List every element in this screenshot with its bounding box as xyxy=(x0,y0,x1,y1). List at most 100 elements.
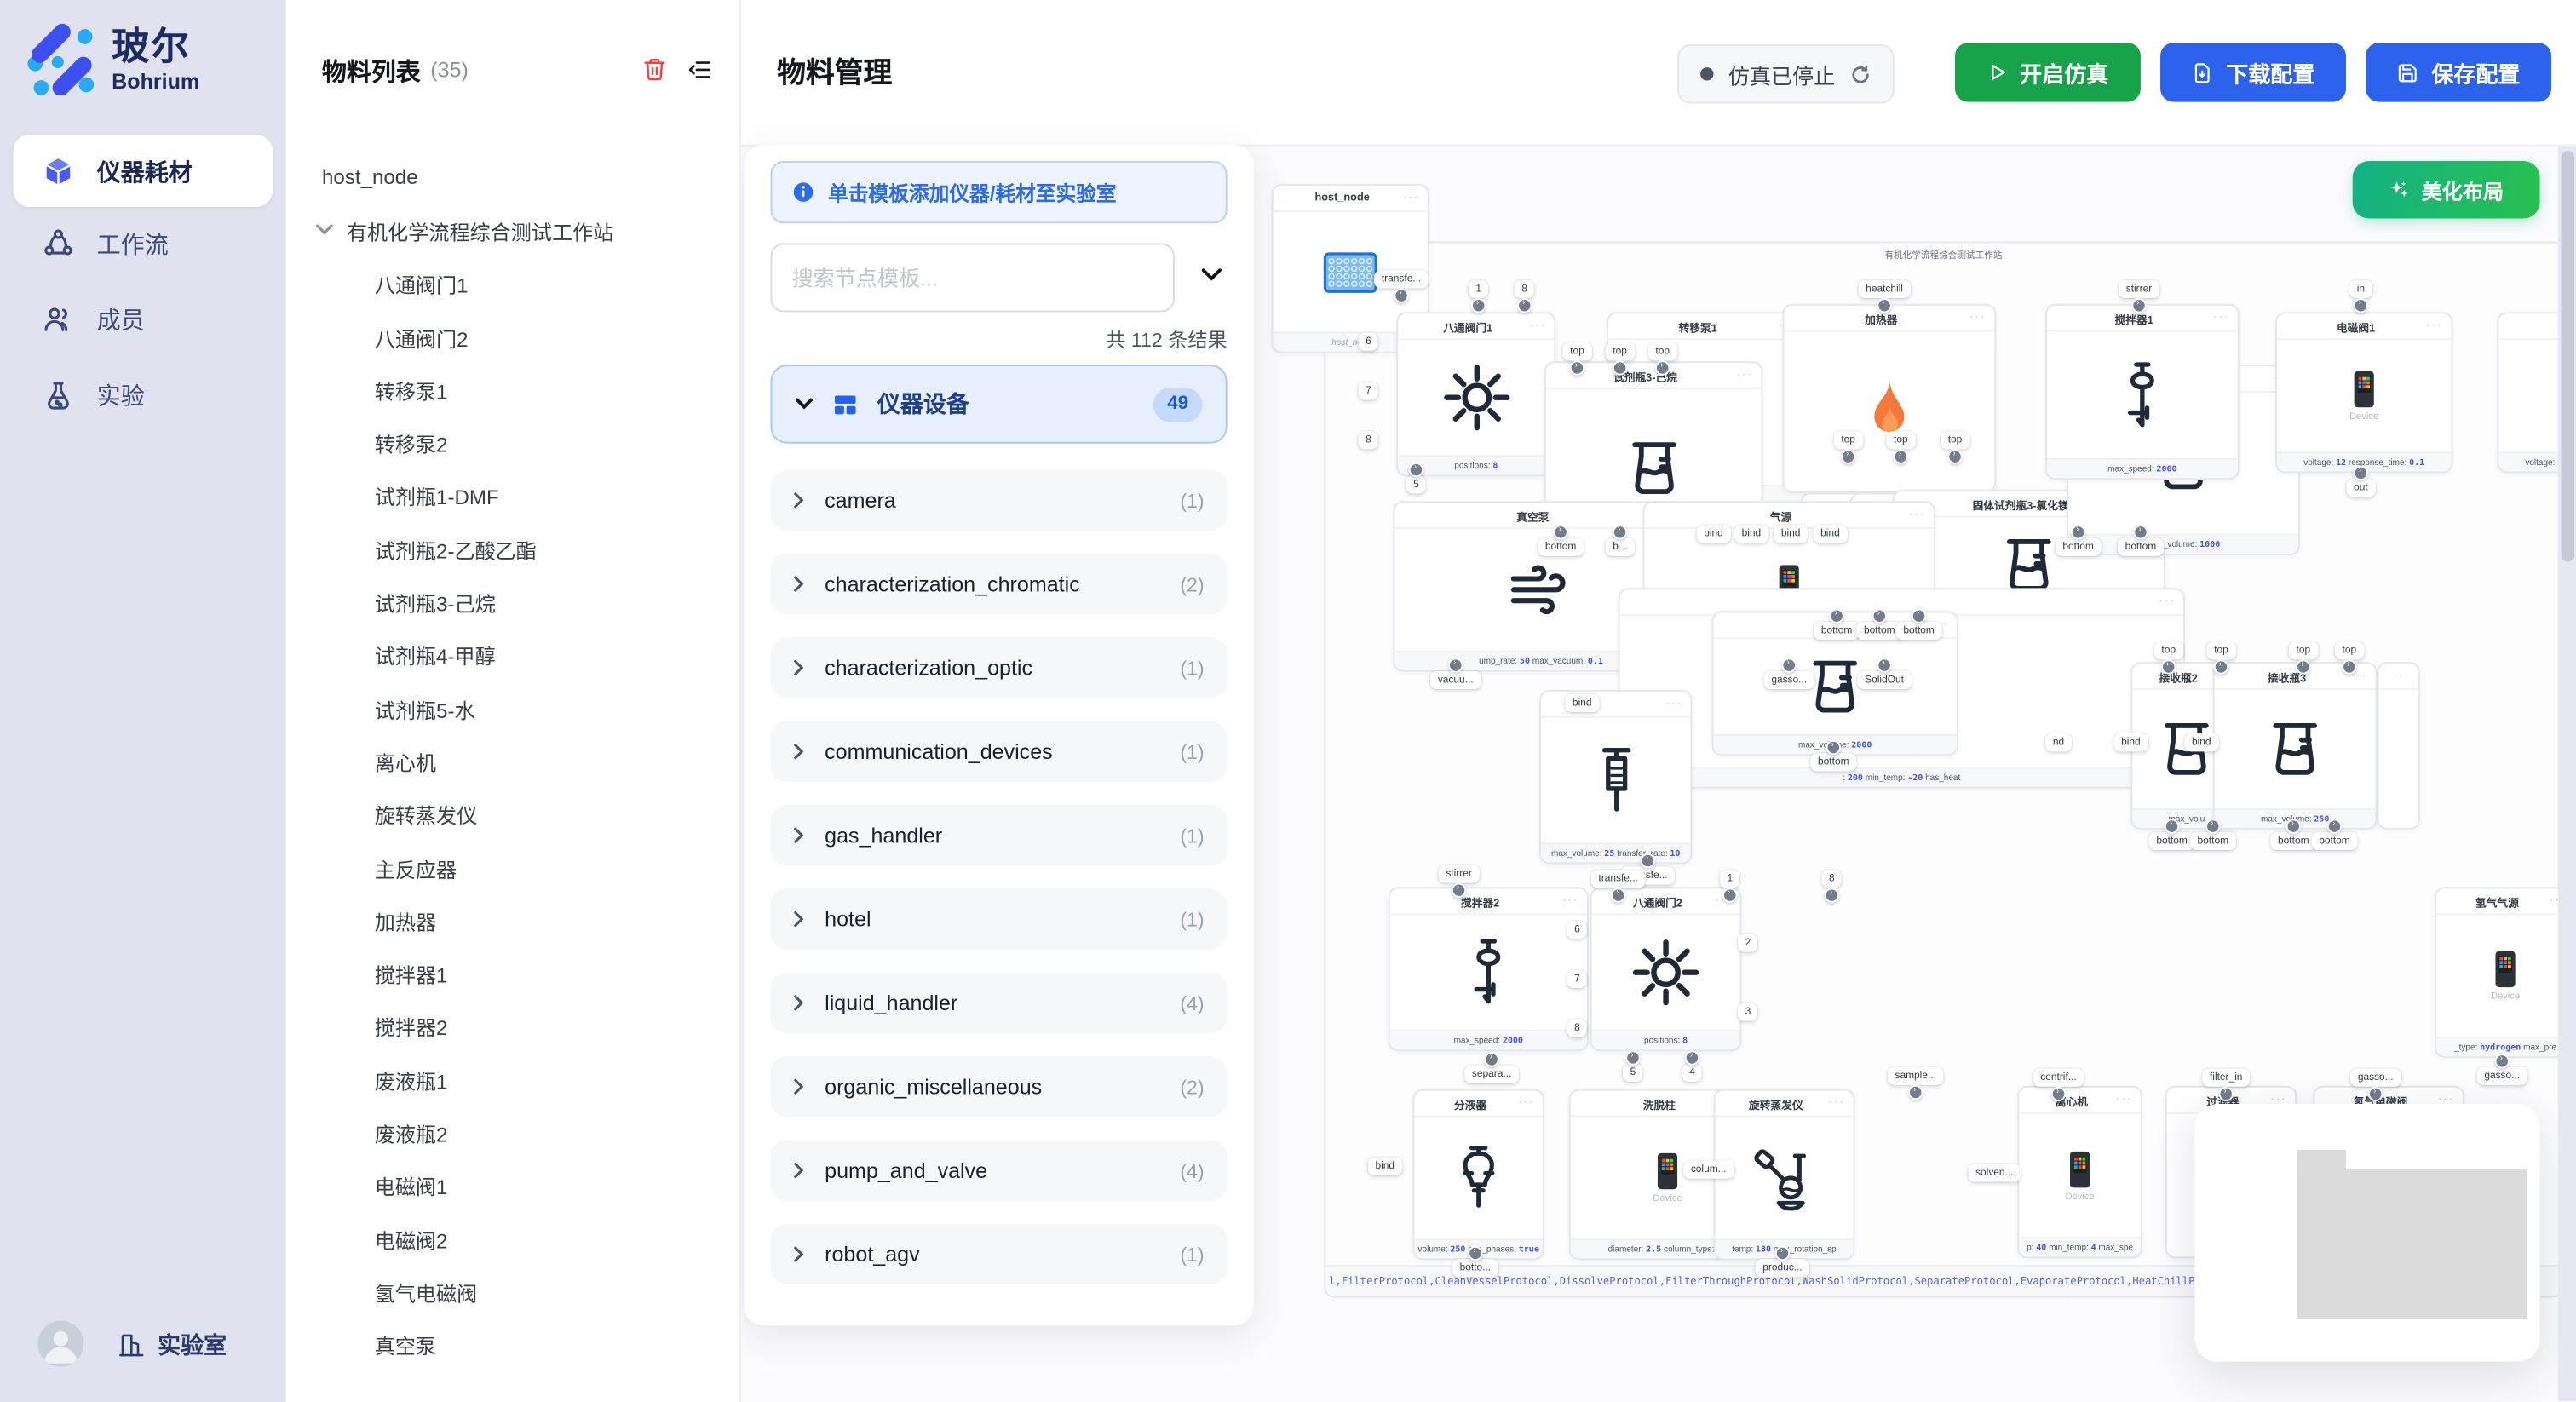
port-chip-1[interactable]: 1 xyxy=(1469,280,1489,298)
port-dot[interactable] xyxy=(1655,359,1670,374)
port-dot[interactable] xyxy=(1825,887,1839,901)
canvas-node-搅拌器2[interactable]: 搅拌器2···max_speed: 2000 xyxy=(1389,887,1589,1051)
tree-item[interactable]: 有机化学流程综合测试工作站 xyxy=(286,204,739,257)
port-dot[interactable] xyxy=(1877,657,1891,671)
tree-item[interactable]: 电磁阀2 xyxy=(286,1212,739,1265)
port-dot[interactable] xyxy=(2495,1053,2510,1067)
port-chip-7[interactable]: 7 xyxy=(1567,970,1587,988)
port-chip-bottom[interactable]: bottom xyxy=(1896,622,1942,640)
template-category-row-robot_agv[interactable]: robot_agv(1) xyxy=(770,1224,1227,1284)
port-chip-gasso[interactable]: gasso... xyxy=(2350,1069,2401,1087)
port-chip-top[interactable]: top xyxy=(2335,641,2364,659)
port-chip-bottom[interactable]: bottom xyxy=(2118,538,2164,556)
port-chip-bind[interactable]: bind xyxy=(1813,525,1847,543)
tree-item[interactable]: 试剂瓶3-己烷 xyxy=(286,576,739,629)
port-chip-8[interactable]: 8 xyxy=(1515,280,1535,298)
tree-item[interactable]: 废液瓶2 xyxy=(286,1106,739,1159)
port-dot[interactable] xyxy=(1894,448,1908,463)
port-dot[interactable] xyxy=(1409,462,1423,476)
category-instruments[interactable]: 仪器设备 49 xyxy=(770,365,1227,444)
node-menu-icon[interactable]: ··· xyxy=(1529,320,1545,332)
port-chip-solven[interactable]: solven... xyxy=(1968,1164,2021,1181)
port-dot[interactable] xyxy=(2205,818,2220,832)
trash-icon[interactable] xyxy=(642,56,667,83)
port-dot[interactable] xyxy=(2131,297,2146,312)
port-dot[interactable] xyxy=(1641,853,1655,867)
port-dot[interactable] xyxy=(1484,1051,1498,1066)
port-chip-8[interactable]: 8 xyxy=(1358,431,1378,449)
port-chip-botto[interactable]: botto... xyxy=(1452,1259,1498,1277)
tree-item[interactable]: 搅拌器2 xyxy=(286,1000,739,1053)
port-dot[interactable] xyxy=(2342,658,2356,673)
port-chip-bind[interactable]: bind xyxy=(1734,525,1768,543)
port-chip-vacuu[interactable]: vacuu... xyxy=(1430,671,1481,689)
port-dot[interactable] xyxy=(1872,608,1887,623)
canvas-node-电磁阀1[interactable]: 电磁阀1···Devicevoltage: 12 response_time: … xyxy=(2275,312,2452,473)
tree-item[interactable]: host_node xyxy=(286,151,739,204)
sidebar-item-experiments[interactable]: 实验 xyxy=(13,361,273,427)
canvas-node-接收瓶3[interactable]: 接收瓶3···max_volume: 250 xyxy=(2213,662,2378,830)
tree-item[interactable]: 主反应器 xyxy=(286,841,739,893)
port-chip-stirrer[interactable]: stirrer xyxy=(2119,280,2159,298)
port-chip-top[interactable]: top xyxy=(1941,431,1969,449)
port-chip-top[interactable]: top xyxy=(2154,641,2183,659)
port-chip-top[interactable]: top xyxy=(1562,342,1591,360)
template-category-row-characterization_optic[interactable]: characterization_optic(1) xyxy=(770,637,1227,698)
port-chip-top[interactable]: top xyxy=(2289,641,2318,659)
laboratory-link[interactable]: 实验室 xyxy=(118,1328,227,1361)
port-chip-bind[interactable]: bind xyxy=(2113,733,2148,751)
port-dot[interactable] xyxy=(1448,657,1463,671)
canvas-node[interactable]: ···max_volume: 25 transfer_rate: 10 xyxy=(1539,690,1692,864)
port-dot[interactable] xyxy=(1685,1049,1699,1064)
avatar[interactable] xyxy=(37,1320,83,1366)
canvas-node-加热器[interactable]: 加热器··· xyxy=(1782,304,1996,493)
canvas-node-八通阀门1[interactable]: 八通阀门1···positions: 8 xyxy=(1396,312,1555,476)
canvas-node[interactable]: ··· xyxy=(2378,662,2420,830)
port-chip-stirrer[interactable]: stirrer xyxy=(1439,865,1480,882)
start-simulation-button[interactable]: 开启仿真 xyxy=(1955,43,2141,101)
node-menu-icon[interactable]: ··· xyxy=(1403,192,1419,204)
port-chip-5[interactable]: 5 xyxy=(1406,475,1426,493)
port-chip-bind[interactable]: bind xyxy=(2184,733,2218,751)
port-dot[interactable] xyxy=(2214,658,2228,673)
node-menu-icon[interactable]: ··· xyxy=(1828,1097,1844,1109)
port-chip-top[interactable]: top xyxy=(1648,342,1677,360)
port-chip-out[interactable]: out xyxy=(2346,479,2375,497)
save-config-button[interactable]: 保存配置 xyxy=(2366,43,2551,101)
refresh-icon[interactable] xyxy=(1850,63,1872,84)
canvas-node-八通阀门2[interactable]: 八通阀门2···positions: 8 xyxy=(1590,887,1741,1051)
port-chip-produc[interactable]: produc... xyxy=(1756,1259,1810,1277)
port-chip-bottom[interactable]: bottom xyxy=(2149,832,2195,850)
node-menu-icon[interactable]: ··· xyxy=(1909,509,1925,521)
port-chip-top[interactable]: top xyxy=(1834,431,1863,449)
template-category-row-hotel[interactable]: hotel(1) xyxy=(770,888,1227,949)
download-config-button[interactable]: 下载配置 xyxy=(2160,43,2346,101)
canvas-scrollbar[interactable] xyxy=(2558,145,2576,1401)
port-dot[interactable] xyxy=(1877,297,1891,312)
port-dot[interactable] xyxy=(2354,465,2368,480)
port-dot[interactable] xyxy=(1468,1245,1482,1260)
port-chip-bottom[interactable]: bottom xyxy=(2190,832,2236,850)
port-chip-bottom[interactable]: bottom xyxy=(1814,622,1860,640)
beautify-layout-button[interactable]: 美化布局 xyxy=(2353,161,2540,218)
port-dot[interactable] xyxy=(2286,818,2301,832)
node-menu-icon[interactable]: ··· xyxy=(1518,1097,1534,1109)
port-chip-8[interactable]: 8 xyxy=(1821,870,1842,888)
port-chip-gasso[interactable]: gasso... xyxy=(1764,671,1814,689)
port-dot[interactable] xyxy=(1570,359,1584,374)
template-category-row-camera[interactable]: camera(1) xyxy=(770,470,1227,531)
chevron-down-icon[interactable] xyxy=(1201,267,1222,282)
node-menu-icon[interactable]: ··· xyxy=(1666,698,1682,710)
port-chip-bind[interactable]: bind xyxy=(1368,1158,1402,1175)
template-category-row-organic_miscellaneous[interactable]: organic_miscellaneous(2) xyxy=(770,1056,1227,1117)
port-chip-SolidOut[interactable]: SolidOut xyxy=(1858,671,1912,689)
node-menu-icon[interactable]: ··· xyxy=(1969,312,1986,324)
tree-item[interactable]: 废液瓶1 xyxy=(286,1053,739,1106)
port-chip-in[interactable]: in xyxy=(2349,280,2372,298)
canvas-node-旋转蒸发仪[interactable]: 旋转蒸发仪···temp: 180 max_rotation_sp xyxy=(1713,1089,1854,1261)
port-chip-separa[interactable]: separa... xyxy=(1464,1066,1519,1083)
port-dot[interactable] xyxy=(1947,448,1962,463)
port-chip-bottom[interactable]: bottom xyxy=(2312,832,2358,850)
port-chip-filter_in[interactable]: filter_in xyxy=(2202,1069,2250,1087)
template-category-row-communication_devices[interactable]: communication_devices(1) xyxy=(770,721,1227,782)
